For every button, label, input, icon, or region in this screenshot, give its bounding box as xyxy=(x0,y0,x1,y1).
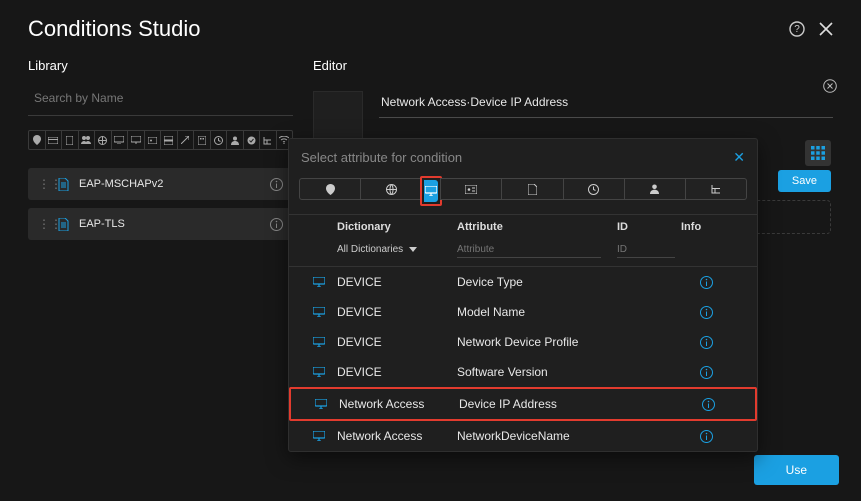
desktop-icon[interactable] xyxy=(112,131,129,149)
row-dictionary: Network Access xyxy=(339,397,459,411)
tab-globe-icon[interactable] xyxy=(361,178,422,200)
globe-icon[interactable] xyxy=(95,131,112,149)
col-info: Info xyxy=(681,221,731,233)
info-icon[interactable] xyxy=(683,398,733,411)
condition-block-thumb[interactable] xyxy=(313,91,363,141)
tab-hierarchy-icon[interactable] xyxy=(686,178,747,200)
monitor-icon xyxy=(301,307,337,317)
clock-icon[interactable] xyxy=(211,131,228,149)
badge-icon[interactable] xyxy=(145,131,162,149)
row-attribute: Network Device Profile xyxy=(457,335,617,349)
close-icon[interactable] xyxy=(819,22,833,36)
dictionary-filter[interactable]: All Dictionaries xyxy=(337,244,457,255)
save-button[interactable]: Save xyxy=(778,170,831,192)
search-input[interactable] xyxy=(28,85,293,116)
library-category-icons[interactable] xyxy=(28,130,293,150)
tablet-icon[interactable] xyxy=(62,131,79,149)
info-icon[interactable] xyxy=(681,336,731,349)
id-filter-input[interactable] xyxy=(617,242,675,258)
row-attribute: Device Type xyxy=(457,275,617,289)
drag-handle-icon[interactable]: ⋮⋮ xyxy=(38,217,48,231)
library-item[interactable]: ⋮⋮ EAP-MSCHAPv2 xyxy=(28,168,293,200)
tab-clock-icon[interactable] xyxy=(564,178,625,200)
arrow-icon[interactable] xyxy=(178,131,195,149)
help-icon[interactable]: ? xyxy=(789,21,805,37)
document-icon xyxy=(58,178,69,191)
info-icon[interactable] xyxy=(681,276,731,289)
attribute-row[interactable]: DEVICENetwork Device Profile xyxy=(289,327,757,357)
attribute-row[interactable]: Network AccessDevice IP Address xyxy=(289,387,757,421)
picker-title: Select attribute for condition xyxy=(301,150,733,165)
attribute-picker: Select attribute for condition ✕ Diction… xyxy=(288,138,758,452)
tab-user-icon[interactable] xyxy=(625,178,686,200)
svg-text:?: ? xyxy=(794,24,800,35)
row-dictionary: DEVICE xyxy=(337,305,457,319)
tab-id-card-icon[interactable] xyxy=(440,178,502,200)
row-dictionary: Network Access xyxy=(337,429,457,443)
row-dictionary: DEVICE xyxy=(337,275,457,289)
library-item-label: EAP-MSCHAPv2 xyxy=(79,178,260,190)
attribute-filter-input[interactable] xyxy=(457,242,601,258)
chevron-down-icon xyxy=(409,247,417,252)
info-icon[interactable] xyxy=(681,306,731,319)
row-dictionary: DEVICE xyxy=(337,365,457,379)
library-item[interactable]: ⋮⋮ EAP-TLS xyxy=(28,208,293,240)
editor-label: Editor xyxy=(313,58,833,73)
drag-handle-icon[interactable]: ⋮⋮ xyxy=(38,177,48,191)
attribute-row[interactable]: Network AccessNetworkDeviceName xyxy=(289,421,757,451)
attribute-row[interactable]: DEVICEModel Name xyxy=(289,297,757,327)
use-button[interactable]: Use xyxy=(754,455,839,485)
library-item-label: EAP-TLS xyxy=(79,218,260,230)
info-icon[interactable] xyxy=(681,366,731,379)
monitor-icon xyxy=(301,277,337,287)
picker-close-icon[interactable]: ✕ xyxy=(733,149,745,166)
row-attribute: Model Name xyxy=(457,305,617,319)
apps-icon-button[interactable] xyxy=(805,140,831,166)
clear-condition-icon[interactable] xyxy=(823,79,837,93)
row-attribute: Device IP Address xyxy=(459,397,619,411)
pin-icon[interactable] xyxy=(29,131,46,149)
attribute-row[interactable]: DEVICESoftware Version xyxy=(289,357,757,387)
building-icon[interactable] xyxy=(194,131,211,149)
tab-document-icon[interactable] xyxy=(502,178,563,200)
info-icon[interactable] xyxy=(270,178,283,191)
check-icon[interactable] xyxy=(244,131,261,149)
user-icon[interactable] xyxy=(227,131,244,149)
condition-attribute-field[interactable] xyxy=(379,91,833,118)
tab-location-icon[interactable] xyxy=(299,178,361,200)
row-dictionary: DEVICE xyxy=(337,335,457,349)
monitor-icon xyxy=(301,367,337,377)
picker-tabs xyxy=(289,174,757,214)
row-attribute: Software Version xyxy=(457,365,617,379)
attribute-row[interactable]: DEVICEDevice Type xyxy=(289,267,757,297)
col-attribute: Attribute xyxy=(457,221,617,233)
hierarchy-icon[interactable] xyxy=(260,131,277,149)
monitor-icon xyxy=(301,337,337,347)
info-icon[interactable] xyxy=(681,430,731,443)
card-icon[interactable] xyxy=(46,131,63,149)
users-icon[interactable] xyxy=(79,131,96,149)
document-icon xyxy=(58,218,69,231)
tab-monitor-icon[interactable] xyxy=(424,180,438,202)
monitor-icon xyxy=(301,431,337,441)
monitor-icon xyxy=(303,399,339,409)
col-id: ID xyxy=(617,221,681,233)
monitor-icon[interactable] xyxy=(128,131,145,149)
info-icon[interactable] xyxy=(270,218,283,231)
row-attribute: NetworkDeviceName xyxy=(457,429,617,443)
server-icon[interactable] xyxy=(161,131,178,149)
page-title: Conditions Studio xyxy=(28,16,789,42)
col-dictionary: Dictionary xyxy=(337,221,457,233)
library-label: Library xyxy=(28,58,293,73)
